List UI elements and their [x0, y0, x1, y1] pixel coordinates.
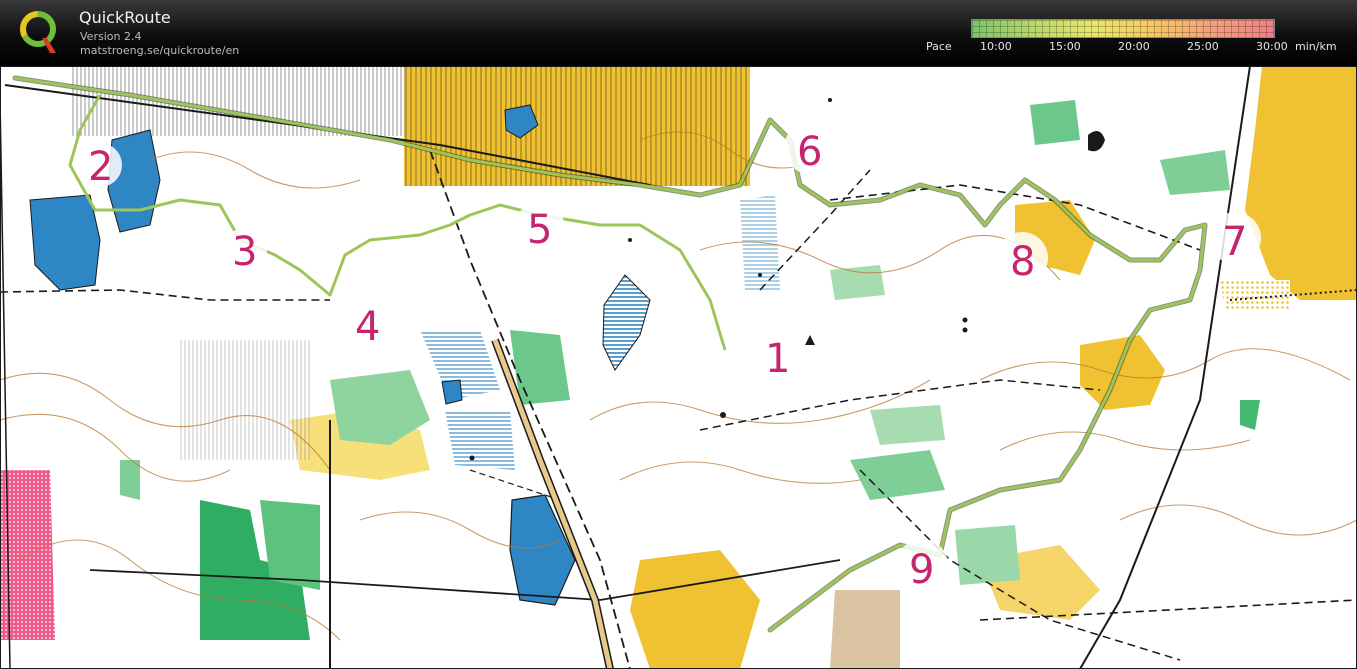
control-number: 3 [232, 229, 257, 275]
control-number: 4 [355, 304, 380, 350]
control-number: 1 [765, 336, 790, 382]
orienteering-map[interactable]: 1 2 3 4 5 6 7 8 9 [0, 66, 1357, 669]
control-number: 9 [909, 547, 934, 593]
app-title: QuickRoute [79, 8, 171, 27]
pace-tick: 20:00 [1118, 40, 1150, 53]
app-url[interactable]: matstroeng.se/quickroute/en [80, 44, 239, 57]
control-number: 7 [1222, 219, 1247, 265]
control-number: 8 [1010, 239, 1035, 285]
pace-tick: 30:00 [1256, 40, 1288, 53]
control-number: 2 [88, 144, 113, 190]
pace-unit: min/km [1295, 40, 1337, 53]
pace-color-scale [971, 19, 1275, 38]
control-number: 6 [797, 129, 822, 175]
app-version: Version 2.4 [80, 30, 142, 43]
pace-tick: 25:00 [1187, 40, 1219, 53]
quickroute-logo-icon [20, 11, 56, 53]
app-header: QuickRoute Version 2.4 matstroeng.se/qui… [0, 0, 1357, 66]
control-number: 5 [527, 207, 552, 253]
pace-label: Pace [926, 40, 952, 53]
pace-tick: 10:00 [980, 40, 1012, 53]
pace-tick: 15:00 [1049, 40, 1081, 53]
